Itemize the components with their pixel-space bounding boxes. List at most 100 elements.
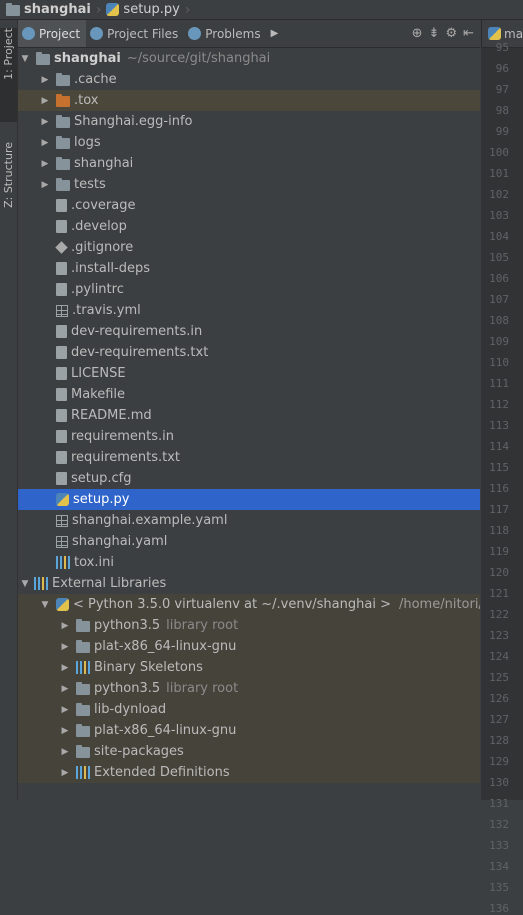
line-number: 123 — [489, 629, 509, 642]
expand-arrow-icon[interactable]: ▼ — [20, 579, 30, 589]
tree-item-label: .tox — [74, 93, 99, 108]
tree-item[interactable]: requirements.txt — [18, 447, 480, 468]
folder-icon — [76, 703, 90, 716]
tree-item[interactable]: ▶ shanghai — [18, 153, 480, 174]
library-icon — [76, 766, 90, 779]
tree-item[interactable]: setup.py — [18, 489, 480, 510]
expand-arrow-icon[interactable]: ▶ — [60, 747, 70, 757]
tree-item[interactable]: .develop — [18, 216, 480, 237]
yaml-icon — [56, 535, 68, 548]
tree-item[interactable]: LICENSE — [18, 363, 480, 384]
tree-item-label: dev-requirements.in — [71, 324, 203, 339]
library-item[interactable]: ▶ plat-x86_64-linux-gnu — [18, 720, 480, 741]
tree-item-label: .cache — [74, 72, 117, 87]
breadcrumb-project[interactable]: shanghai — [0, 2, 95, 17]
tab-project[interactable]: Project — [18, 20, 87, 47]
line-number: 134 — [489, 860, 509, 873]
hide-icon[interactable]: ⇤ — [463, 26, 474, 41]
project-tool-tab[interactable]: 1: Project — [0, 28, 17, 122]
tree-item[interactable]: requirements.in — [18, 426, 480, 447]
file-unknown-icon — [56, 283, 67, 296]
file-icon — [56, 388, 67, 401]
folder-icon — [76, 724, 90, 737]
file-icon — [56, 451, 67, 464]
tree-item[interactable]: .travis.yml — [18, 300, 480, 321]
tree-item[interactable]: Makefile — [18, 384, 480, 405]
expand-arrow-icon[interactable]: ▶ — [40, 75, 50, 85]
expand-arrow-icon[interactable]: ▶ — [60, 684, 70, 694]
expand-arrow-icon[interactable]: ▶ — [60, 768, 70, 778]
library-item[interactable]: ▶ lib-dynload — [18, 699, 480, 720]
folder-icon — [76, 745, 90, 758]
line-number: 121 — [489, 587, 509, 600]
expand-arrow-icon[interactable]: ▶ — [60, 726, 70, 736]
expand-arrow-icon[interactable]: ▼ — [20, 54, 30, 64]
folder-icon — [76, 619, 90, 632]
tab-problems[interactable]: Problems — [184, 20, 266, 47]
yaml-icon — [56, 514, 68, 527]
folder-excluded-icon — [56, 94, 70, 107]
structure-tool-tab[interactable]: Z: Structure — [0, 142, 17, 232]
tree-root[interactable]: ▼ shanghai ~/source/git/shanghai — [18, 48, 480, 69]
tree-item[interactable]: shanghai.example.yaml — [18, 510, 480, 531]
library-root-hint: library root — [166, 618, 239, 633]
tree-item-label: .develop — [71, 219, 127, 234]
tree-item[interactable]: ▶ tests — [18, 174, 480, 195]
tree-item[interactable]: setup.cfg — [18, 468, 480, 489]
line-number: 99 — [495, 125, 509, 138]
scroll-from-source-icon[interactable]: ⊕ — [412, 26, 423, 41]
line-number: 116 — [489, 482, 509, 495]
folder-icon — [56, 178, 70, 191]
tree-item-label: .pylintrc — [71, 282, 124, 297]
expand-arrow-icon[interactable]: ▶ — [60, 621, 70, 631]
tree-item[interactable]: shanghai.yaml — [18, 531, 480, 552]
expand-arrow-icon[interactable]: ▶ — [60, 642, 70, 652]
expand-arrow-icon[interactable]: ▶ — [60, 663, 70, 673]
folder-icon — [76, 640, 90, 653]
library-item[interactable]: ▶ python3.5 library root — [18, 615, 480, 636]
tab-project-files[interactable]: Project Files — [86, 20, 184, 47]
expand-arrow-icon[interactable]: ▶ — [40, 96, 50, 106]
python-sdk-icon — [56, 598, 69, 611]
library-item[interactable]: ▶ python3.5 library root — [18, 678, 480, 699]
expand-arrow-icon[interactable]: ▶ — [40, 138, 50, 148]
tree-item[interactable]: dev-requirements.txt — [18, 342, 480, 363]
library-item-label: site-packages — [94, 744, 184, 759]
expand-arrow-icon[interactable]: ▶ — [40, 117, 50, 127]
expand-arrow-icon[interactable]: ▶ — [40, 180, 50, 190]
python-sdk[interactable]: ▼ < Python 3.5.0 virtualenv at ~/.venv/s… — [18, 594, 480, 615]
tree-item[interactable]: ▶ .cache — [18, 69, 480, 90]
external-libraries[interactable]: ▼ External Libraries — [18, 573, 480, 594]
tree-item[interactable]: .gitignore — [18, 237, 480, 258]
file-icon — [56, 430, 67, 443]
line-number: 118 — [489, 524, 509, 537]
tree-item[interactable]: dev-requirements.in — [18, 321, 480, 342]
tree-item[interactable]: ▶ .tox — [18, 90, 480, 111]
tree-item[interactable]: README.md — [18, 405, 480, 426]
expand-arrow-icon[interactable]: ▶ — [60, 705, 70, 715]
tree-item[interactable]: .pylintrc — [18, 279, 480, 300]
expand-arrow-icon[interactable]: ▶ — [40, 159, 50, 169]
tree-item[interactable]: tox.ini — [18, 552, 480, 573]
tree-item[interactable]: .coverage — [18, 195, 480, 216]
library-item[interactable]: ▶ Binary Skeletons — [18, 657, 480, 678]
tree-item-label: .travis.yml — [72, 303, 141, 318]
tree-item[interactable]: ▶ logs — [18, 132, 480, 153]
tree-item[interactable]: .install-deps — [18, 258, 480, 279]
library-item[interactable]: ▶ plat-x86_64-linux-gnu — [18, 636, 480, 657]
file-icon — [56, 199, 67, 212]
line-number: 128 — [489, 734, 509, 747]
line-number: 122 — [489, 608, 509, 621]
tree-item[interactable]: ▶ Shanghai.egg-info — [18, 111, 480, 132]
library-item[interactable]: ▶ Extended Definitions — [18, 762, 480, 783]
more-tabs-arrow-icon[interactable]: ▶ — [271, 28, 279, 39]
breadcrumb-file[interactable]: setup.py — [102, 2, 183, 17]
collapse-all-icon[interactable]: ⇟ — [429, 26, 440, 41]
library-item[interactable]: ▶ site-packages — [18, 741, 480, 762]
expand-arrow-icon[interactable]: ▼ — [40, 600, 50, 610]
gear-icon[interactable]: ⚙ — [445, 26, 457, 41]
